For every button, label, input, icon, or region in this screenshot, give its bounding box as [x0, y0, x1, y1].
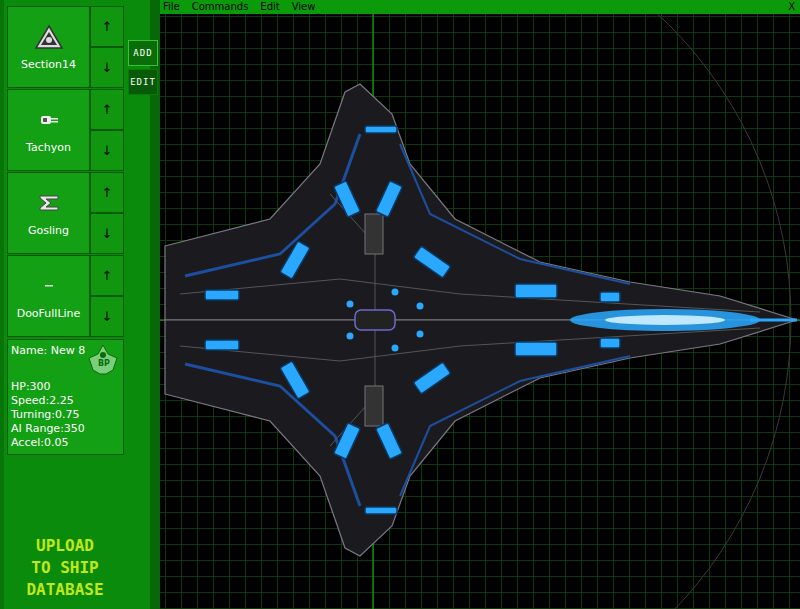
move-down-button[interactable]: ↓	[90, 296, 124, 337]
move-up-button[interactable]: ↑	[90, 172, 124, 213]
part-label: Tachyon	[26, 141, 71, 154]
parts-section: Section14↑↓Tachyon↑↓Gosling↑↓DooFullLine…	[0, 0, 160, 337]
ship-stat: Turning:0.75	[11, 408, 120, 422]
arrow-column: ↑↓	[90, 89, 124, 171]
menu-bar: File Commands Edit View X	[160, 0, 800, 14]
line-icon	[34, 273, 64, 299]
engine-icon	[34, 190, 64, 216]
menu-item[interactable]: Commands	[192, 0, 249, 14]
ship-stat: Accel:0.05	[11, 436, 120, 450]
bp-badge: BP	[86, 344, 120, 376]
arrow-column: ↑↓	[90, 172, 124, 254]
mode-tabs: ADD EDIT	[128, 40, 158, 337]
mode-tab[interactable]: EDIT	[128, 69, 158, 95]
ship-editor: Section14↑↓Tachyon↑↓Gosling↑↓DooFullLine…	[0, 0, 800, 609]
upload-button[interactable]: UPLOADTO SHIPDATABASE	[0, 535, 130, 601]
part-slot: Tachyon ↑↓	[7, 89, 124, 171]
sidebar: Section14↑↓Tachyon↑↓Gosling↑↓DooFullLine…	[0, 0, 160, 609]
weapon-icon	[34, 107, 64, 133]
menu-item[interactable]: Edit	[260, 0, 279, 14]
part-label: DooFullLine	[17, 307, 81, 320]
ship-stat: AI Range:350	[11, 422, 120, 436]
move-up-button[interactable]: ↑	[90, 89, 124, 130]
bp-badge-text: BP	[98, 359, 110, 369]
design-canvas[interactable]	[160, 14, 800, 609]
part-card[interactable]: Section14	[7, 6, 90, 88]
upload-line: TO SHIP	[31, 557, 98, 579]
move-down-button[interactable]: ↓	[90, 47, 124, 88]
part-label: Section14	[21, 58, 76, 71]
part-slot: Gosling ↑↓	[7, 172, 124, 254]
mode-tab[interactable]: ADD	[128, 40, 158, 66]
part-card[interactable]: DooFullLine	[7, 255, 90, 337]
upload-line: UPLOAD	[36, 535, 94, 557]
parts-list: Section14↑↓Tachyon↑↓Gosling↑↓DooFullLine…	[7, 6, 124, 337]
ship-info: Name: New 8 BP HP:300Speed:2.25Turning:0.7…	[7, 339, 124, 455]
move-down-button[interactable]: ↓	[90, 213, 124, 254]
name-row: Name: New 8 BP	[11, 344, 120, 376]
close-button[interactable]: X	[788, 0, 795, 14]
arrow-column: ↑↓	[90, 255, 124, 337]
part-label: Gosling	[28, 224, 69, 237]
move-down-button[interactable]: ↓	[90, 130, 124, 171]
ship-drawing-icon	[160, 14, 800, 609]
move-up-button[interactable]: ↑	[90, 6, 124, 47]
move-up-button[interactable]: ↑	[90, 255, 124, 296]
upload-line: DATABASE	[26, 579, 103, 601]
arrow-column: ↑↓	[90, 6, 124, 88]
ship-stat: Speed:2.25	[11, 394, 120, 408]
menu-item[interactable]: View	[292, 0, 316, 14]
part-slot: DooFullLine ↑↓	[7, 255, 124, 337]
section-icon	[34, 24, 64, 50]
part-slot: Section14 ↑↓	[7, 6, 124, 88]
ship-name: Name: New 8	[11, 344, 85, 358]
menu-item[interactable]: File	[163, 0, 180, 14]
editor-area: File Commands Edit View X	[160, 0, 800, 609]
ship-stat: HP:300	[11, 380, 120, 394]
part-card[interactable]: Tachyon	[7, 89, 90, 171]
part-card[interactable]: Gosling	[7, 172, 90, 254]
